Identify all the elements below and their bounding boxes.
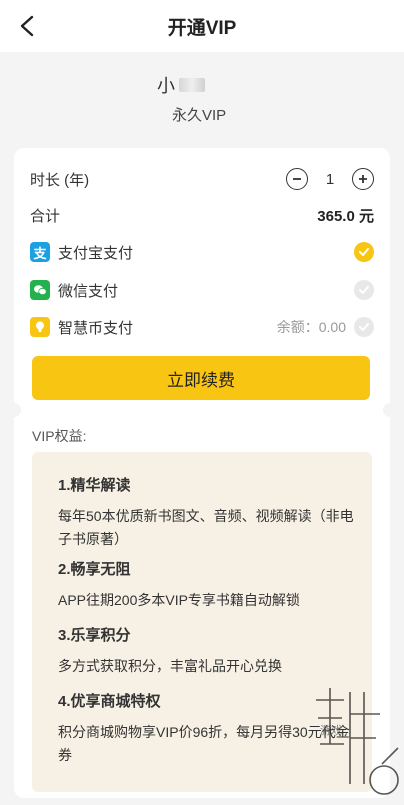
checked-icon <box>354 242 374 262</box>
card-notch-left <box>7 403 21 417</box>
payment-option-coin[interactable]: 智慧币支付 余额：0.00 <box>30 312 374 342</box>
card-notch-right <box>383 403 397 417</box>
coin-icon <box>30 317 50 337</box>
increment-button[interactable] <box>352 168 374 190</box>
unchecked-icon <box>354 317 374 337</box>
decrement-button[interactable] <box>286 168 308 190</box>
total-row: 合计 365.0 元 <box>30 200 374 230</box>
alipay-icon: 支 <box>30 242 50 262</box>
benefit-item: 1.精华解读 每年50本优质新书图文、音频、视频解读（非电子书原著） <box>58 474 356 551</box>
duration-row: 时长 (年) 1 <box>30 164 374 194</box>
renew-button[interactable]: 立即续费 <box>32 356 370 400</box>
user-name-text: 小 <box>157 76 175 96</box>
page-title: 开通VIP <box>167 17 237 39</box>
plus-icon <box>359 175 367 183</box>
quantity-value: 1 <box>325 170 335 188</box>
wechat-icon <box>30 280 50 300</box>
benefit-title: 3.乐享积分 <box>58 627 131 644</box>
watermark-logo: 游戏 <box>310 684 404 800</box>
payment-option-wechat[interactable]: 微信支付 <box>30 275 374 305</box>
benefit-title: 2.畅享无阻 <box>58 561 131 578</box>
payment-label: 智慧币支付 <box>58 319 134 337</box>
chevron-left-icon <box>20 15 34 37</box>
payment-label: 微信支付 <box>58 282 119 300</box>
watermark-text: 游戏 <box>320 725 342 737</box>
back-button[interactable] <box>14 12 42 40</box>
unchecked-icon <box>354 280 374 300</box>
payment-option-alipay[interactable]: 支 支付宝支付 <box>30 237 374 267</box>
vip-type-label: 永久VIP <box>172 107 227 124</box>
coin-balance: 余额：0.00 <box>276 319 346 335</box>
payment-label: 支付宝支付 <box>58 244 134 262</box>
benefit-desc: 每年50本优质新书图文、音频、视频解读（非电子书原著） <box>58 508 354 547</box>
total-label: 合计 <box>30 207 61 225</box>
top-bar: 开通VIP <box>0 0 404 52</box>
benefit-desc: APP往期200多本VIP专享书籍自动解锁 <box>58 592 300 608</box>
benefit-item: 2.畅享无阻 APP往期200多本VIP专享书籍自动解锁 <box>58 558 356 612</box>
benefit-title: 1.精华解读 <box>58 477 131 494</box>
duration-label: 时长 (年) <box>30 171 90 189</box>
benefit-desc: 多方式获取积分，丰富礼品开心兑换 <box>58 658 282 674</box>
quantity-stepper: 1 <box>286 168 374 190</box>
user-info: 小 永久VIP <box>0 62 404 132</box>
benefits-heading: VIP权益: <box>32 428 87 444</box>
minus-icon <box>293 178 301 180</box>
total-value: 365.0 元 <box>317 207 374 225</box>
user-name: 小 <box>157 72 205 98</box>
benefit-item: 3.乐享积分 多方式获取积分，丰富礼品开心兑换 <box>58 624 356 678</box>
blurred-name <box>179 78 205 92</box>
